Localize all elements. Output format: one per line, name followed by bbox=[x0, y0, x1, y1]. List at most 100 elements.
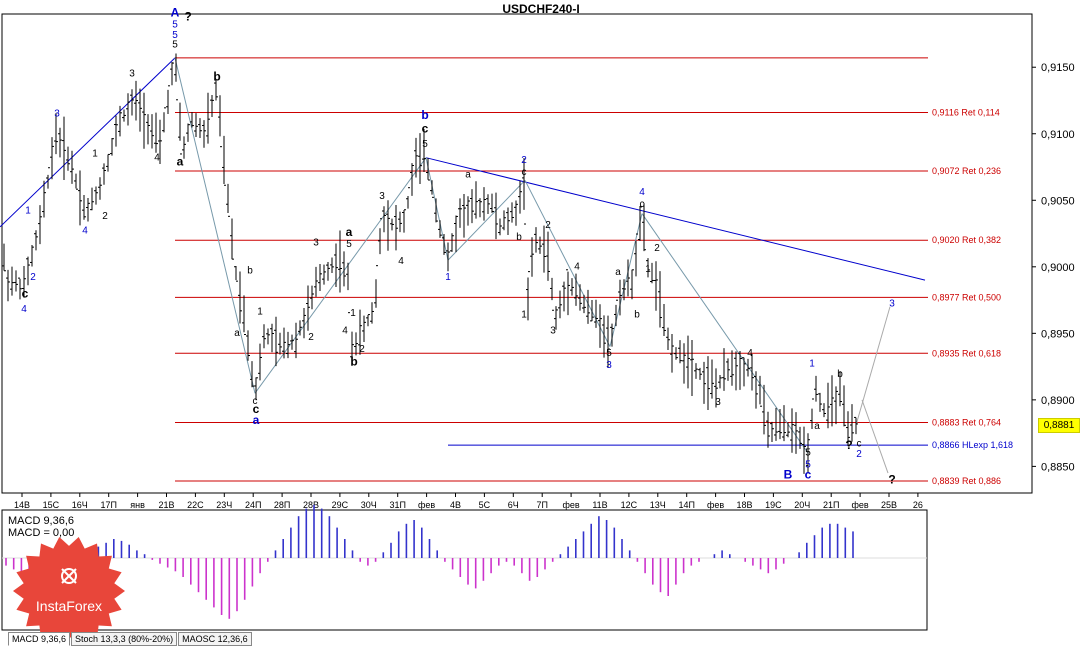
x-tick-label: 26 bbox=[913, 500, 923, 510]
wave-label: c bbox=[22, 286, 29, 300]
wave-label: a bbox=[814, 421, 820, 432]
wave-label: 2 bbox=[308, 332, 314, 343]
level-label: 0,8935 Ret 0,618 bbox=[932, 348, 1001, 358]
x-tick-label: 7П bbox=[536, 500, 547, 510]
y-tick-label: 0,9050 bbox=[1041, 195, 1075, 207]
x-tick-label: 4В bbox=[450, 500, 461, 510]
level-label: 0,8866 HLexp 1,618 bbox=[932, 440, 1013, 450]
tab-maosc[interactable]: MAOSC 12,36,6 bbox=[178, 632, 252, 646]
tab-stoch[interactable]: Stoch 13,3,3 (80%-20%) bbox=[71, 632, 178, 646]
wave-label: 2 bbox=[102, 211, 108, 222]
wave-label: 1 bbox=[809, 359, 815, 370]
wave-label: c bbox=[522, 167, 527, 178]
level-label: 0,8839 Ret 0,886 bbox=[932, 476, 1001, 486]
wave-label: b bbox=[837, 369, 843, 380]
wave-label: 3 bbox=[550, 325, 556, 336]
wave-label: c bbox=[857, 438, 862, 449]
x-tick-label: 18В bbox=[736, 500, 752, 510]
wave-label: b bbox=[350, 354, 357, 368]
x-tick-label: 29С bbox=[332, 500, 349, 510]
chart-window: 0,9150 0,9100 0,9050 0,9000 0,8950 0,8900 0,88… bbox=[0, 0, 1082, 661]
wave-label: 5 bbox=[346, 239, 352, 250]
y-tick-label: 0,9150 bbox=[1041, 62, 1075, 74]
wave-label: 1 bbox=[445, 272, 451, 283]
x-tick-label: 6Ч bbox=[508, 500, 519, 510]
x-tick-label: 15С bbox=[43, 500, 60, 510]
x-tick-label: 12С bbox=[621, 500, 638, 510]
x-tick-label: 23Ч bbox=[216, 500, 232, 510]
x-tick-label: фев bbox=[707, 500, 724, 510]
tab-macd[interactable]: MACD 9,36,6 bbox=[8, 632, 71, 646]
wave-label: 3 bbox=[379, 191, 385, 202]
chart-title: USDCHF240-I bbox=[502, 2, 580, 16]
x-tick-label: 31П bbox=[389, 500, 405, 510]
wave-label: 4 bbox=[639, 187, 645, 198]
wave-label: b bbox=[634, 309, 640, 320]
level-label: 0,9116 Ret 0,114 bbox=[932, 107, 1000, 117]
wave-label: 5 bbox=[606, 348, 612, 359]
wave-label: B bbox=[784, 467, 793, 481]
x-tick-label: 19С bbox=[765, 500, 782, 510]
level-label: 0,9072 Ret 0,236 bbox=[932, 166, 1001, 176]
x-tick-label: 24П bbox=[245, 500, 261, 510]
x-tick-label: 14В bbox=[14, 500, 30, 510]
y-tick-label: 0,9000 bbox=[1041, 262, 1075, 274]
indicator-tabs: MACD 9,36,6 Stoch 13,3,3 (80%-20%) MAOSC… bbox=[8, 632, 253, 646]
x-tick-label: 14П bbox=[678, 500, 694, 510]
wave-label: 5 bbox=[172, 39, 178, 50]
wave-label: 2 bbox=[545, 220, 551, 231]
instaforex-logo: InstaForex bbox=[6, 536, 132, 646]
wave-label: a bbox=[234, 328, 240, 339]
level-label: 0,9020 Ret 0,382 bbox=[932, 235, 1001, 245]
wave-label: 2 bbox=[654, 243, 660, 254]
logo-text: InstaForex bbox=[35, 598, 103, 614]
wave-label: 3 bbox=[313, 238, 319, 249]
x-tick-label: фев bbox=[851, 500, 868, 510]
wave-label: 1 bbox=[521, 309, 527, 320]
wave-label: c bbox=[640, 199, 645, 210]
wave-label: 5 bbox=[172, 19, 178, 30]
instaforex-logo-icon bbox=[13, 537, 125, 645]
wave-label: 5 bbox=[422, 139, 428, 150]
x-tick-label: 28П bbox=[274, 500, 290, 510]
x-tick-label: 17П bbox=[100, 500, 116, 510]
wave-label: a bbox=[465, 170, 471, 181]
wave-label: 4 bbox=[82, 226, 88, 237]
wave-label: 1 bbox=[645, 264, 651, 275]
wave-label: 1 bbox=[350, 308, 356, 319]
wave-label: 4 bbox=[574, 261, 580, 272]
wave-label: ? bbox=[888, 473, 895, 487]
wave-label: 3 bbox=[606, 360, 612, 371]
wave-label: 4 bbox=[21, 304, 27, 315]
wave-label: a bbox=[346, 225, 353, 239]
wave-label: b bbox=[247, 265, 253, 276]
wave-label: 3 bbox=[889, 299, 895, 310]
wave-label: c bbox=[422, 121, 429, 135]
wave-label: a bbox=[615, 267, 621, 278]
x-tick-label: 5С bbox=[479, 500, 491, 510]
x-tick-label: фев bbox=[562, 500, 579, 510]
x-tick-label: 21П bbox=[823, 500, 839, 510]
wave-label: 5 bbox=[805, 448, 811, 459]
x-tick-label: 28В bbox=[303, 500, 319, 510]
x-tick-label: 20Ч bbox=[794, 500, 810, 510]
y-tick-label: 0,8950 bbox=[1041, 328, 1075, 340]
level-label: 0,8883 Ret 0,764 bbox=[932, 417, 1001, 427]
wave-label: c bbox=[805, 467, 812, 481]
wave-label: 2 bbox=[521, 155, 527, 166]
y-tick-label: 0,9100 bbox=[1041, 129, 1075, 141]
wave-label: a bbox=[177, 155, 184, 169]
wave-label: 2 bbox=[359, 344, 365, 355]
x-tick-label: 13Ч bbox=[650, 500, 666, 510]
wave-label: 4 bbox=[398, 256, 404, 267]
x-tick-label: 22С bbox=[187, 500, 204, 510]
price-panel-frame bbox=[1, 13, 1033, 494]
wave-label: 4 bbox=[154, 152, 160, 163]
wave-label: 2 bbox=[856, 449, 862, 460]
macd-label: MACD 9,36,6 bbox=[8, 515, 75, 527]
price-chart[interactable]: 0,9150 0,9100 0,9050 0,9000 0,8950 0,8900 0,88… bbox=[0, 0, 1082, 661]
wave-label: 2 bbox=[30, 272, 36, 283]
x-tick-label: 21В bbox=[158, 500, 174, 510]
wave-label: 1 bbox=[25, 206, 31, 217]
wave-label: 1 bbox=[257, 307, 263, 318]
